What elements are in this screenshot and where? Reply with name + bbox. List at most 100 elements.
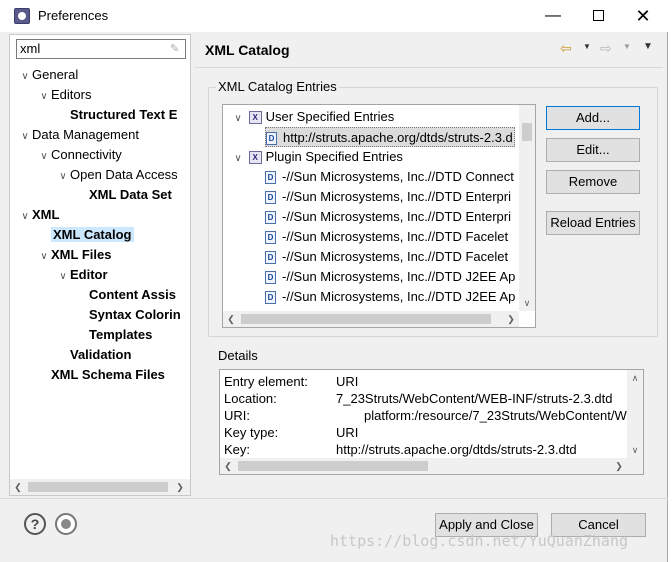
detail-key: Entry element: <box>224 374 308 389</box>
expand-chevron-icon[interactable]: ∨ <box>37 247 51 267</box>
back-menu-icon[interactable]: ▼ <box>583 42 591 51</box>
tree-item[interactable]: ∨ General <box>18 65 78 85</box>
catalog-entry[interactable]: D -//Sun Microsystems, Inc.//DTD Facelet <box>265 247 508 267</box>
expand-chevron-icon[interactable]: ∨ <box>18 207 32 227</box>
catalog-entry[interactable]: D -//Sun Microsystems, Inc.//DTD J2EE Ap <box>265 287 515 307</box>
close-button[interactable]: ✕ <box>620 4 666 28</box>
dtd-file-icon: D <box>265 251 276 265</box>
tree-item[interactable]: XML Data Set <box>75 185 172 205</box>
reload-entries-button[interactable]: Reload Entries <box>546 211 640 235</box>
expand-chevron-icon[interactable]: ∨ <box>56 167 70 187</box>
tree-item[interactable]: ∨ Data Management <box>18 125 139 145</box>
tree-item[interactable]: ∨ Editor <box>56 265 108 287</box>
catalog-entries-label: XML Catalog Entries <box>216 79 339 94</box>
catalog-entry[interactable]: D -//Sun Microsystems, Inc.//DTD Connect <box>265 167 514 187</box>
scroll-right-icon[interactable]: ❯ <box>503 311 519 327</box>
watermark: https://blog.csdn.net/YuQuanZhang <box>330 532 629 550</box>
catalog-entry[interactable]: D -//Sun Microsystems, Inc.//DTD J2EE Ap <box>265 267 515 287</box>
tree-item[interactable]: Syntax Colorin <box>75 305 181 325</box>
tree-item-label: General <box>32 67 79 82</box>
minimize-button[interactable]: — <box>530 4 576 28</box>
scroll-right-icon[interactable]: ❯ <box>611 458 627 474</box>
catalog-entry[interactable]: Dhttp://struts.apache.org/dtds/struts-2.… <box>265 127 515 147</box>
detail-value: URI <box>336 374 359 389</box>
detail-key: Key type: <box>224 425 279 440</box>
dtd-file-icon: D <box>265 211 276 225</box>
clear-filter-icon[interactable]: ✎ <box>170 42 182 56</box>
detail-value: http://struts.apache.org/dtds/struts-2.3… <box>336 442 577 457</box>
catalog-entries-tree[interactable]: ∨ X User Specified Entries ∨ X Plugin Spec… <box>222 104 536 328</box>
tree-horizontal-scrollbar[interactable]: ❮ ❯ <box>10 479 190 495</box>
entries-hscroll-thumb[interactable] <box>241 314 491 324</box>
user-entries-node[interactable]: ∨ X User Specified Entries <box>231 107 394 127</box>
entries-vertical-scrollbar[interactable]: ∨ <box>519 105 535 311</box>
catalog-entry[interactable]: D -//Sun Microsystems, Inc.//DTD Facelet <box>265 227 508 247</box>
detail-key: Key: <box>224 442 251 457</box>
maximize-button[interactable] <box>575 4 621 28</box>
expand-chevron-icon[interactable]: ∨ <box>18 67 32 87</box>
details-horizontal-scrollbar[interactable]: ❮ ❯ <box>220 458 627 474</box>
expand-chevron-icon[interactable]: ∨ <box>18 127 32 147</box>
expand-chevron-icon[interactable]: ∨ <box>56 267 70 287</box>
tree-item[interactable]: Validation <box>56 345 131 365</box>
catalog-entry-label: -//Sun Microsystems, Inc.//DTD J2EE Ap <box>282 289 516 304</box>
plugin-entries-node[interactable]: ∨ X Plugin Specified Entries <box>231 147 403 167</box>
scroll-up-icon[interactable]: ∧ <box>627 370 643 386</box>
dtd-file-icon: D <box>265 191 276 205</box>
tree-item-label: XML Schema Files <box>51 367 165 382</box>
catalog-entry[interactable]: D -//Sun Microsystems, Inc.//DTD Enterpri <box>265 187 511 207</box>
tree-item-label: Validation <box>70 347 132 362</box>
remove-button[interactable]: Remove <box>546 170 640 194</box>
add-button[interactable]: Add... <box>546 106 640 130</box>
tree-item[interactable]: ∨ XML Files <box>37 245 111 265</box>
tree-item[interactable]: ∨ XML <box>18 205 59 225</box>
detail-key: URI: <box>224 408 250 423</box>
tree-item[interactable]: ∨ Editors <box>37 85 91 105</box>
tree-scroll-thumb[interactable] <box>28 482 168 492</box>
scroll-left-icon[interactable]: ❮ <box>10 479 26 495</box>
tree-item-label: Structured Text E <box>70 107 178 122</box>
scroll-left-icon[interactable]: ❮ <box>223 311 239 327</box>
details-vertical-scrollbar[interactable]: ∧ ∨ <box>627 370 643 474</box>
catalog-entry-label: -//Sun Microsystems, Inc.//DTD Facelet <box>282 229 509 244</box>
catalog-icon: X <box>248 151 262 165</box>
tree-item-label: Connectivity <box>51 147 122 162</box>
tree-item[interactable]: XML Schema Files <box>37 365 165 385</box>
scroll-down-icon[interactable]: ∨ <box>627 442 643 458</box>
help-icon[interactable]: ? <box>24 513 46 535</box>
record-macro-icon[interactable] <box>55 513 77 535</box>
entries-horizontal-scrollbar[interactable]: ❮ ❯ <box>223 311 519 327</box>
tree-item[interactable]: Content Assis <box>75 285 176 305</box>
catalog-entry[interactable]: D -//Sun Microsystems, Inc.//DTD Enterpri <box>265 207 511 227</box>
entries-vscroll-thumb[interactable] <box>522 123 532 141</box>
forward-icon[interactable]: ⇨ <box>600 40 612 57</box>
expand-chevron-icon[interactable]: ∨ <box>37 87 51 107</box>
filter-input[interactable]: xml ✎ <box>16 39 186 59</box>
tree-item[interactable]: ∨ Open Data Access <box>56 165 177 187</box>
tree-item[interactable]: ∨ Connectivity <box>37 145 122 167</box>
expand-chevron-icon[interactable]: ∨ <box>231 149 245 169</box>
preference-tree-panel: xml ✎ ∨ General ∨ Editors Structured Text E ∨… <box>9 34 191 496</box>
bottom-separator <box>0 498 668 499</box>
tree-item[interactable]: XML Catalog <box>37 225 134 245</box>
forward-menu-icon[interactable]: ▼ <box>623 42 631 51</box>
tree-item[interactable]: Templates <box>75 325 152 345</box>
back-icon[interactable]: ⇦ <box>560 40 572 57</box>
details-panel: Entry element: URI Location: 7_23Struts/Web… <box>219 369 644 475</box>
tree-item-label: Editor <box>70 267 108 282</box>
expand-chevron-icon[interactable]: ∨ <box>37 147 51 167</box>
tree-item[interactable]: Structured Text E <box>56 105 177 125</box>
eclipse-icon <box>14 8 30 24</box>
view-menu-icon[interactable]: ▼ <box>643 41 653 52</box>
details-hscroll-thumb[interactable] <box>238 461 428 471</box>
scroll-left-icon[interactable]: ❮ <box>220 458 236 474</box>
dtd-file-icon: D <box>265 291 276 305</box>
expand-chevron-icon[interactable]: ∨ <box>231 109 245 129</box>
window-title: Preferences <box>38 8 109 23</box>
scroll-right-icon[interactable]: ❯ <box>172 479 188 495</box>
background-edge <box>668 0 672 562</box>
catalog-entry-label: -//Sun Microsystems, Inc.//DTD Enterpri <box>282 209 511 224</box>
title-separator <box>195 67 663 68</box>
edit-button[interactable]: Edit... <box>546 138 640 162</box>
scroll-down-icon[interactable]: ∨ <box>519 295 535 311</box>
